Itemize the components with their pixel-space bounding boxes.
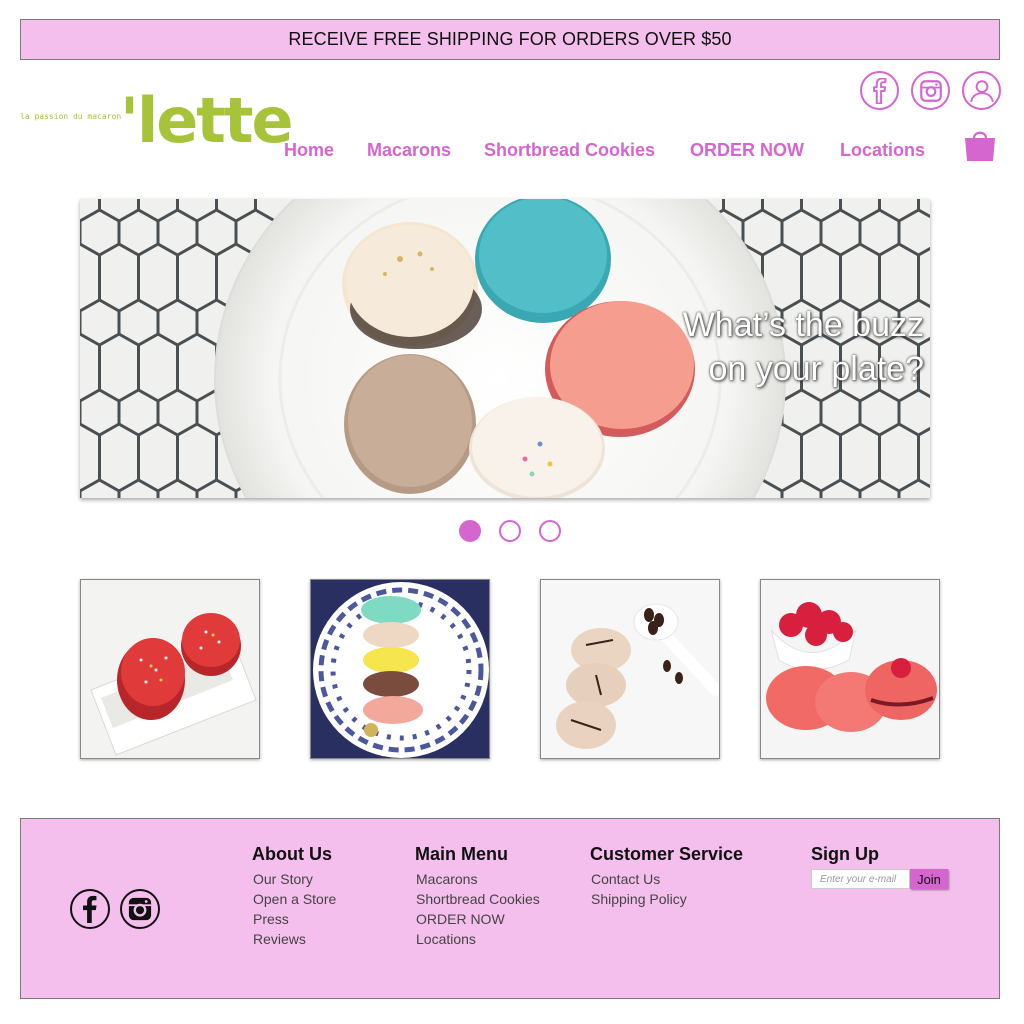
email-field[interactable] <box>811 869 910 889</box>
nav-item-locations[interactable]: Locations <box>840 140 925 161</box>
hero-caption-line2: on your plate? <box>708 350 925 388</box>
footer-heading: About Us <box>252 844 332 864</box>
footer-link-locations[interactable]: Locations <box>415 929 540 949</box>
footer-link-open-a-store[interactable]: Open a Store <box>252 889 336 909</box>
footer-column-about-us: About Us Our Story Open a Store Press Re… <box>252 844 336 949</box>
join-button[interactable]: Join <box>910 869 948 889</box>
footer-link-shipping-policy[interactable]: Shipping Policy <box>590 889 743 909</box>
footer-link-press[interactable]: Press <box>252 909 336 929</box>
footer-link-contact-us[interactable]: Contact Us <box>590 869 743 889</box>
nav-item-macarons[interactable]: Macarons <box>367 140 451 161</box>
facebook-icon[interactable] <box>70 889 110 929</box>
shopping-bag-icon[interactable] <box>963 128 997 162</box>
gallery-item-raspberry-macarons[interactable] <box>760 579 940 759</box>
footer-link-our-story[interactable]: Our Story <box>252 869 336 889</box>
hero-caption: What’s the buzz on your plate? <box>683 303 924 391</box>
slider-dots <box>459 520 561 542</box>
footer-heading: Sign Up <box>811 844 879 864</box>
gallery-image-3 <box>541 580 719 758</box>
footer-link-macarons[interactable]: Macarons <box>415 869 540 889</box>
gallery-image-1 <box>81 580 259 758</box>
gallery-item-coffee-macarons[interactable] <box>540 579 720 759</box>
footer-heading: Customer Service <box>590 844 744 864</box>
header-social-links <box>860 71 1001 110</box>
footer-link-order-now[interactable]: ORDER NOW <box>415 909 540 929</box>
brand-name: 'lette <box>120 84 294 157</box>
footer-link-shortbread-cookies[interactable]: Shortbread Cookies <box>415 889 540 909</box>
site-footer: About Us Our Story Open a Store Press Re… <box>20 818 1000 999</box>
footer-column-main-menu: Main Menu Macarons Shortbread Cookies OR… <box>415 844 540 949</box>
hero-slider[interactable]: What’s the buzz on your plate? <box>80 199 930 498</box>
instagram-icon[interactable] <box>911 71 950 110</box>
brand-tagline: la passion du macaron <box>20 112 122 121</box>
gallery-item-red-macarons[interactable] <box>80 579 260 759</box>
hero-caption-line1: What’s the buzz <box>682 306 924 344</box>
footer-social-links <box>70 889 160 929</box>
nav-item-shortbread-cookies[interactable]: Shortbread Cookies <box>484 140 655 161</box>
slider-dot-2[interactable] <box>499 520 521 542</box>
gallery-image-4 <box>761 580 939 758</box>
footer-link-reviews[interactable]: Reviews <box>252 929 336 949</box>
promo-text: RECEIVE FREE SHIPPING FOR ORDERS OVER $5… <box>288 29 732 49</box>
footer-column-sign-up: Sign Up Join <box>811 844 948 889</box>
slider-dot-3[interactable] <box>539 520 561 542</box>
slider-dot-1[interactable] <box>459 520 481 542</box>
brand-logo[interactable]: la passion du macaron 'lette <box>20 90 294 166</box>
gallery-image-2 <box>311 580 489 758</box>
nav-item-home[interactable]: Home <box>284 140 334 161</box>
gallery-item-stacked-macarons[interactable] <box>310 579 490 759</box>
nav-item-order-now[interactable]: ORDER NOW <box>690 140 804 161</box>
signup-form: Join <box>811 869 948 889</box>
user-account-icon[interactable] <box>962 71 1001 110</box>
instagram-icon[interactable] <box>120 889 160 929</box>
footer-column-customer-service: Customer Service Contact Us Shipping Pol… <box>590 844 743 909</box>
promo-banner: RECEIVE FREE SHIPPING FOR ORDERS OVER $5… <box>20 19 1000 60</box>
footer-heading: Main Menu <box>415 844 508 864</box>
facebook-icon[interactable] <box>860 71 899 110</box>
